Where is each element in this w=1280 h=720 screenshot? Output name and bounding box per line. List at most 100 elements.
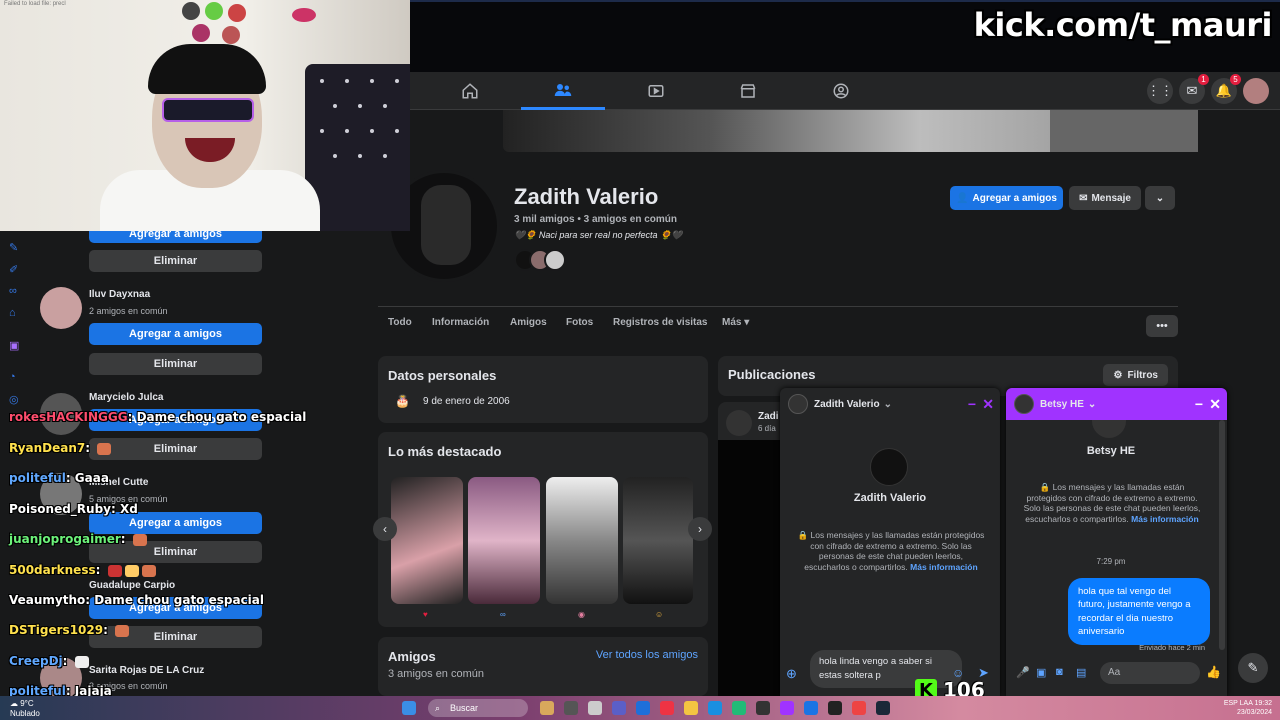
message-label: Mensaje	[1091, 192, 1131, 204]
remove-button[interactable]: Eliminar	[89, 438, 262, 460]
app-icon[interactable]	[564, 701, 578, 715]
messenger-app-icon[interactable]	[780, 701, 794, 715]
notifications-button[interactable]: 🔔 5	[1211, 74, 1241, 104]
home-nav-button[interactable]	[428, 72, 512, 110]
e2e-notice: 🔒 Los mensajes y las llamadas están prot…	[796, 530, 986, 573]
app-icon[interactable]	[804, 701, 818, 715]
twitch-icon[interactable]: ▣	[9, 339, 21, 352]
mutual-friends-avatars[interactable]	[514, 249, 578, 271]
app-icon[interactable]	[660, 701, 674, 715]
steam-icon[interactable]	[876, 701, 890, 715]
minimize-icon[interactable]: −	[1195, 396, 1203, 412]
sticker-icon[interactable]: ◙	[1056, 666, 1063, 678]
suggestion-name[interactable]: Sarita Rojas DE LA Cruz	[89, 665, 204, 676]
avatar[interactable]	[40, 393, 82, 435]
app-icon[interactable]	[756, 701, 770, 715]
minimize-icon[interactable]: −	[968, 396, 976, 412]
highlight-item[interactable]	[391, 477, 463, 604]
chat-header[interactable]: Betsy HE ⌄ − ✕	[1006, 388, 1227, 420]
image-icon[interactable]: ▣	[1036, 666, 1046, 679]
plus-icon[interactable]: ⊕	[786, 666, 797, 682]
chat-header[interactable]: Zadith Valerio ⌄ − ✕	[780, 388, 1000, 420]
remove-button[interactable]: Eliminar	[89, 250, 262, 272]
shortcut-icon[interactable]: ◎	[9, 393, 21, 406]
post-author[interactable]: Zadi	[758, 411, 779, 422]
suggestion-name[interactable]: Iluv Dayxnaa	[89, 289, 150, 300]
post-author-avatar[interactable]	[726, 410, 752, 436]
marketplace-nav-button[interactable]	[706, 72, 790, 110]
remove-button[interactable]: Eliminar	[89, 541, 262, 563]
add-friend-button[interactable]: Agregar a amigos	[89, 323, 262, 345]
gif-icon[interactable]: ▤	[1076, 666, 1086, 679]
thumbs-up-icon[interactable]: 👍	[1206, 665, 1221, 679]
wall-sticker	[292, 8, 316, 22]
chat-contact-name: Betsy HE	[1040, 398, 1084, 410]
highlights-next-button[interactable]: ›	[688, 517, 712, 541]
groups-nav-button[interactable]	[799, 72, 883, 110]
highlight-item[interactable]	[468, 477, 540, 604]
mutual-avatar	[544, 249, 566, 271]
menu-button[interactable]: ⋮⋮	[1147, 78, 1173, 104]
weather-widget[interactable]: ☁ 9°C Nublado	[10, 699, 40, 718]
tab-info[interactable]: Información	[432, 317, 489, 328]
app-icon[interactable]	[588, 701, 602, 715]
remove-button[interactable]: Eliminar	[89, 626, 262, 648]
app-icon[interactable]	[852, 701, 866, 715]
more-actions-button[interactable]: ⌄	[1145, 186, 1175, 210]
more-info-link[interactable]: Más información	[910, 562, 978, 572]
tab-friends[interactable]: Amigos	[510, 317, 547, 328]
shortcut-icon[interactable]: ◔	[9, 371, 21, 383]
highlight-item[interactable]	[546, 477, 618, 604]
profile-options-button[interactable]: •••	[1146, 315, 1178, 337]
suggestion-name[interactable]: Mishel Cutte	[89, 477, 148, 488]
shortcut-icon[interactable]: ✐	[9, 263, 21, 276]
close-icon[interactable]: ✕	[1209, 396, 1221, 413]
tab-check-ins[interactable]: Registros de visitas	[613, 317, 707, 328]
highlights-prev-button[interactable]: ‹	[373, 517, 397, 541]
profile-friends-count[interactable]: 3 mil amigos • 3 amigos en común	[514, 214, 677, 225]
filters-button[interactable]: ⚙ Filtros	[1103, 364, 1168, 386]
avatar[interactable]	[40, 473, 82, 515]
app-icon[interactable]	[636, 701, 650, 715]
remove-button[interactable]: Eliminar	[89, 353, 262, 375]
add-friend-button[interactable]: Agregar a amigos	[89, 409, 262, 431]
add-friend-button[interactable]: Agregar a amigos	[89, 512, 262, 534]
add-friend-button[interactable]: Agregar a amigos	[89, 597, 262, 619]
chat-contact-name: Zadith Valerio	[814, 398, 880, 410]
shortcut-icon[interactable]: ∞	[9, 285, 21, 297]
folder-icon[interactable]	[684, 701, 698, 715]
suggestion-name[interactable]: Guadalupe Carpio	[89, 580, 175, 591]
avatar[interactable]	[40, 287, 82, 329]
shortcut-icon[interactable]: ✎	[9, 241, 21, 254]
message-button[interactable]: ✉ Mensaje	[1069, 186, 1141, 210]
windows-start-icon[interactable]	[402, 701, 416, 715]
friends-nav-button[interactable]	[521, 72, 605, 110]
tab-more[interactable]: Más ▾	[722, 317, 749, 328]
mic-icon[interactable]: 🎤	[1016, 666, 1030, 679]
tab-photos[interactable]: Fotos	[566, 317, 593, 328]
see-all-friends-link[interactable]: Ver todos los amigos	[596, 649, 698, 661]
chat-message-sent[interactable]: hola que tal vengo del futuro, justament…	[1068, 578, 1210, 646]
highlight-item[interactable]	[623, 477, 693, 604]
system-tray[interactable]: ESP LAA 19:32 23/03/2024	[1224, 699, 1272, 717]
teams-icon[interactable]	[612, 701, 626, 715]
watch-nav-button[interactable]	[614, 72, 698, 110]
messenger-button[interactable]: ✉ 1	[1179, 74, 1209, 104]
edge-icon[interactable]	[708, 701, 722, 715]
new-message-button[interactable]: ✎	[1238, 653, 1268, 683]
app-icon[interactable]	[732, 701, 746, 715]
app-icon[interactable]	[828, 701, 842, 715]
shortcut-icon[interactable]: ⌂	[9, 307, 21, 319]
close-icon[interactable]: ✕	[982, 396, 994, 413]
add-friend-button[interactable]: 👤 Agregar a amigos	[950, 186, 1063, 210]
taskbar-search[interactable]: ⌕ Buscar	[428, 699, 528, 717]
more-info-link[interactable]: Más información	[1131, 514, 1199, 524]
friends-card: Amigos 3 amigos en común Ver todos los a…	[378, 637, 708, 696]
suggestion-name[interactable]: Marycielo Julca	[89, 392, 163, 403]
app-icon[interactable]	[540, 701, 554, 715]
chat-scrollbar[interactable]	[1219, 420, 1225, 650]
tab-all[interactable]: Todo	[388, 317, 412, 328]
chat-input[interactable]: Aa	[1100, 662, 1200, 684]
avatar[interactable]	[40, 657, 82, 699]
account-avatar-button[interactable]	[1243, 78, 1269, 104]
